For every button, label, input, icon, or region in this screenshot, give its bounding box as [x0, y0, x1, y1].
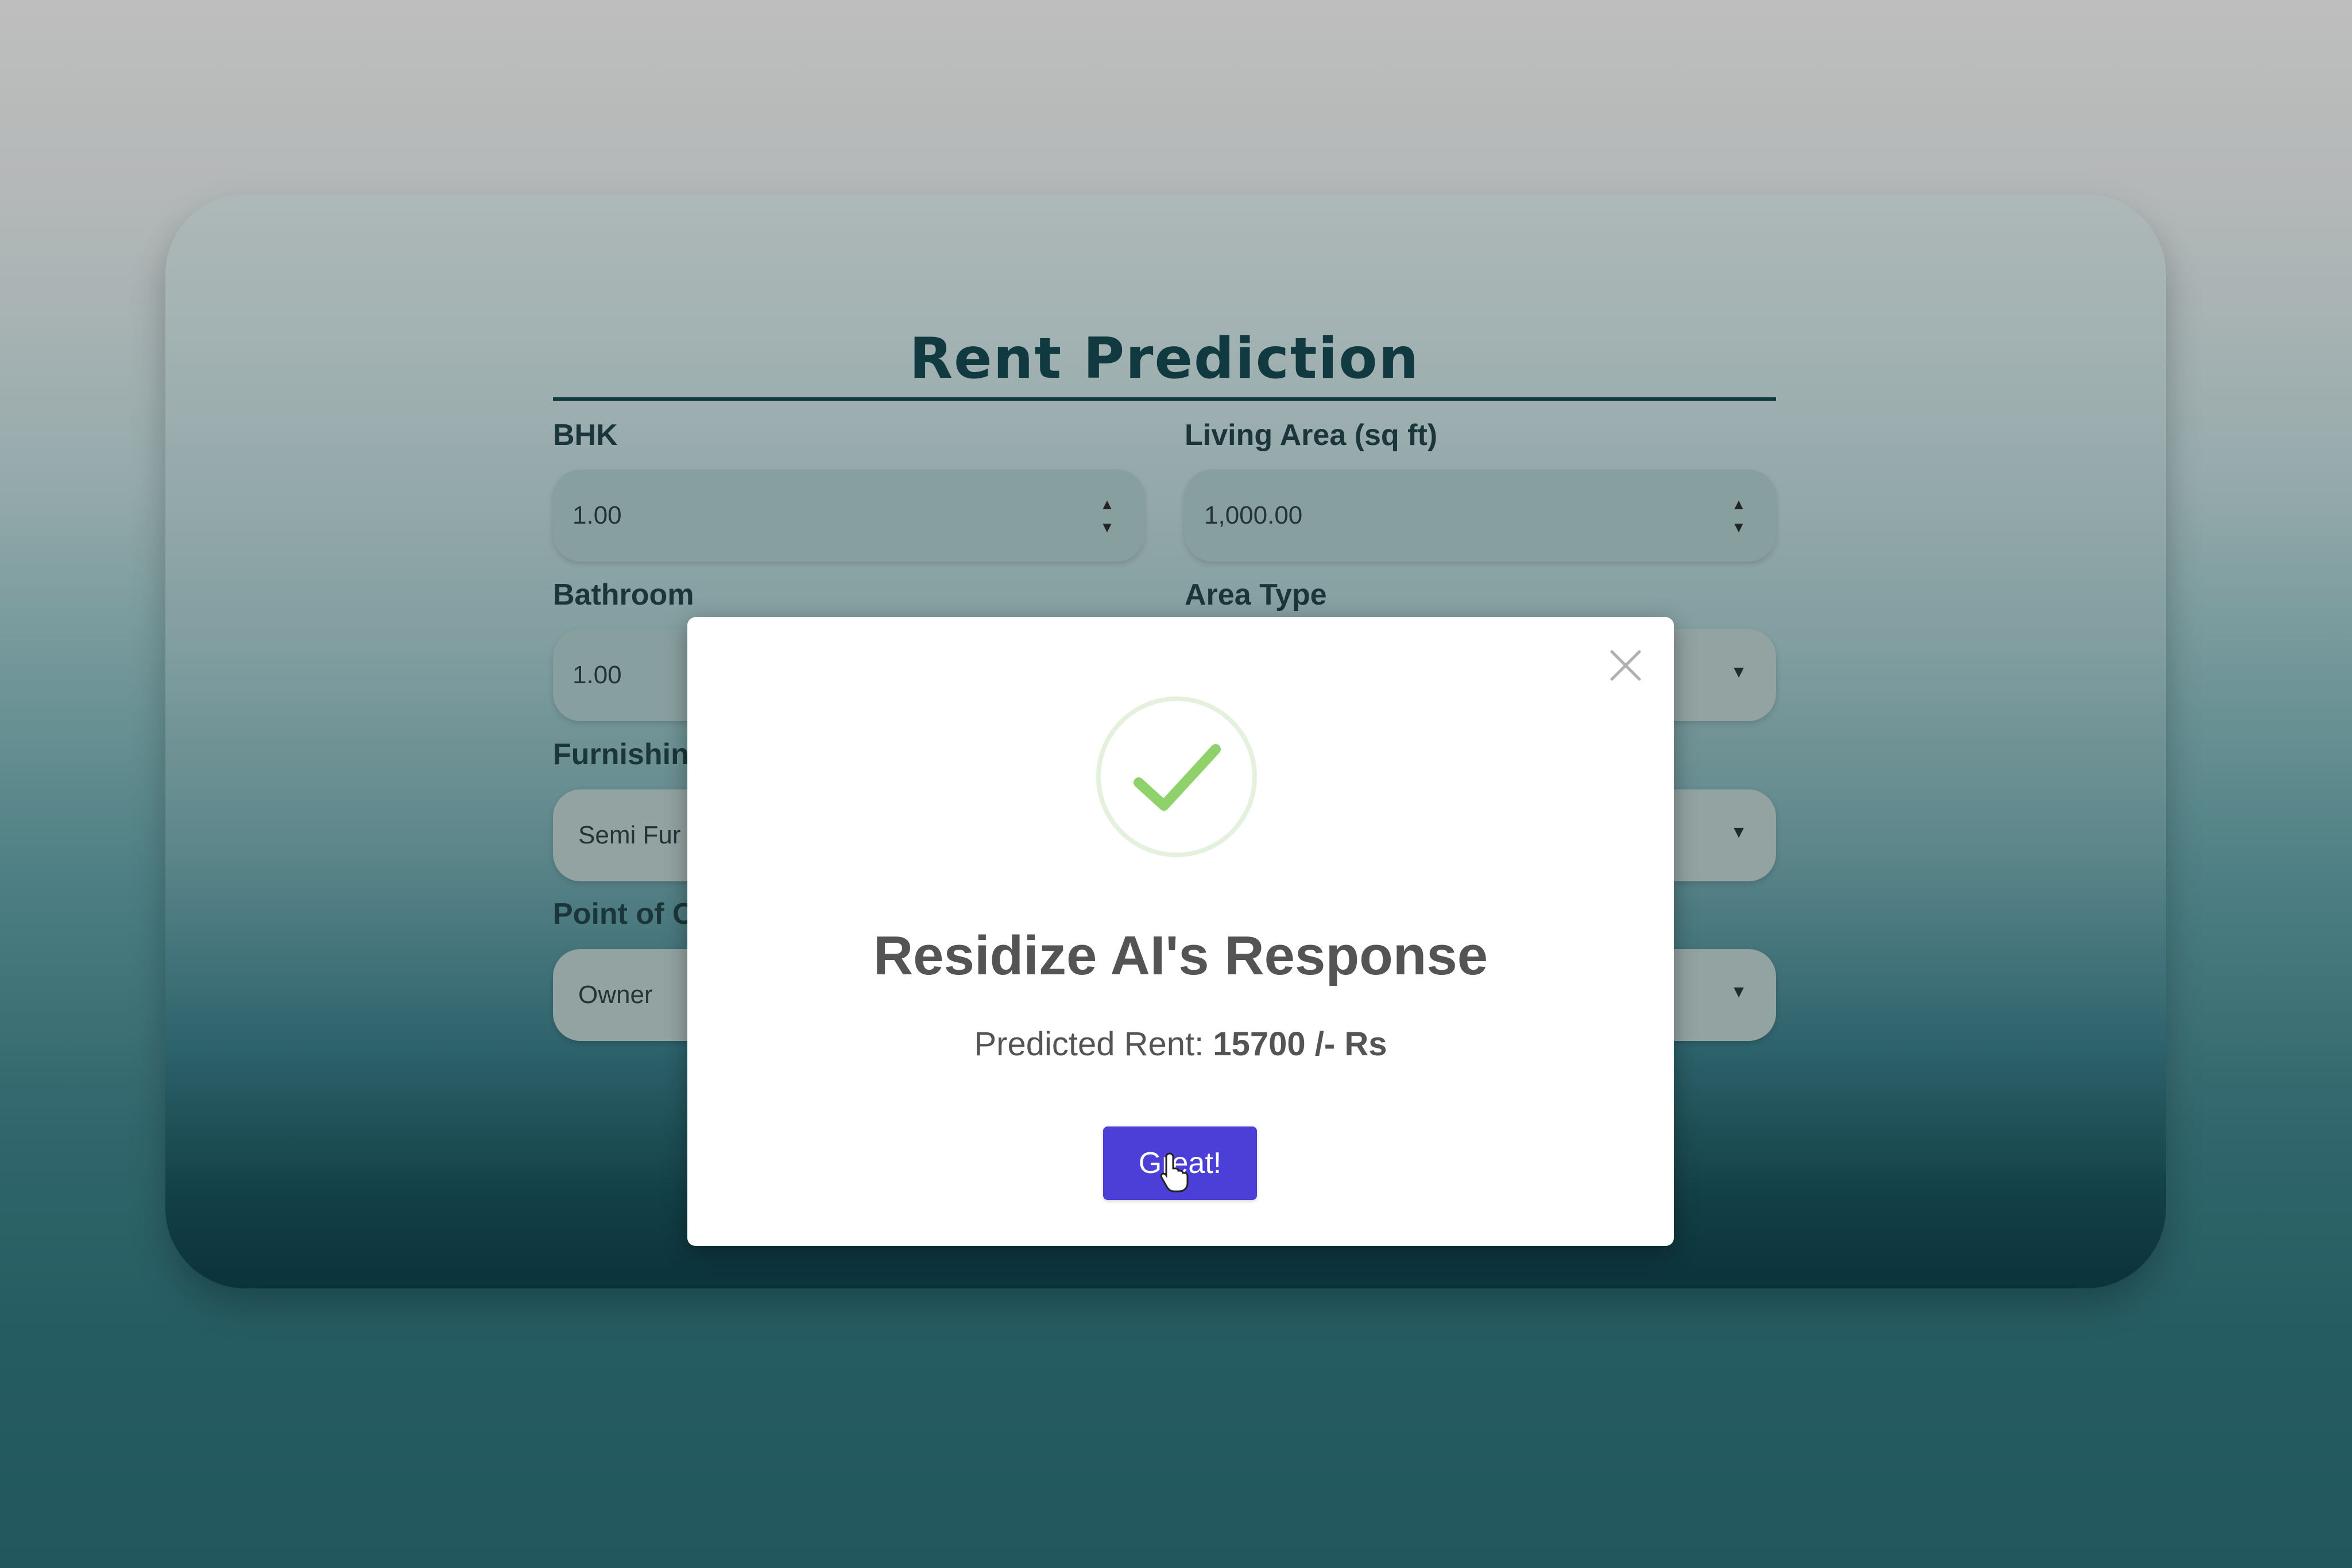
close-icon[interactable] [1607, 647, 1644, 684]
prediction-result: Predicted Rent: 15700 /- Rs [687, 1025, 1674, 1063]
response-modal: Residize AI's Response Predicted Rent: 1… [687, 617, 1674, 1246]
modal-title: Residize AI's Response [873, 925, 1488, 986]
success-icon [1096, 696, 1257, 857]
result-value: 15700 /- Rs [1213, 1025, 1387, 1063]
hand-pointer-cursor [1158, 1151, 1193, 1195]
result-label: Predicted Rent: [974, 1025, 1204, 1063]
success-checkmark-icon [1134, 744, 1221, 811]
